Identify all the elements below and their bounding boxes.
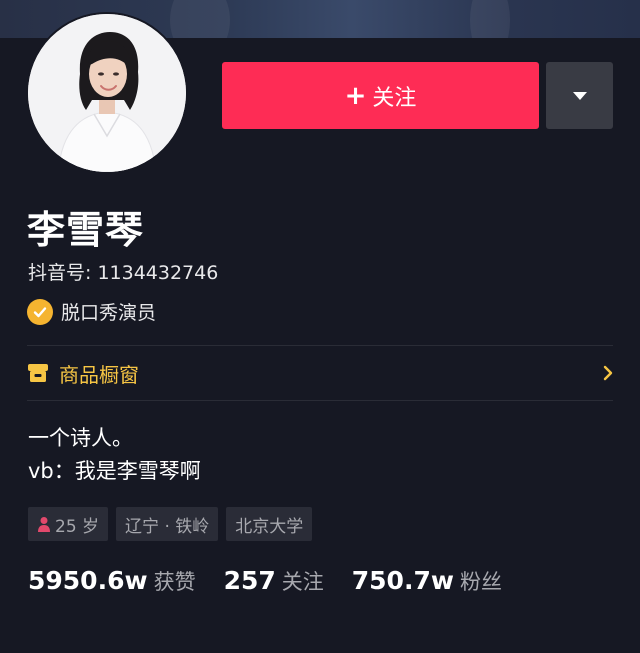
- following-count: 257: [223, 566, 276, 595]
- verification-label: 脱口秀演员: [61, 302, 157, 324]
- checkmark-badge-icon: [27, 298, 53, 325]
- age-label: 25 岁: [55, 516, 100, 537]
- profile-stats: 5950.6w 获赞 257 关注 750.7w 粉丝: [28, 566, 502, 596]
- profile-tags: 25 岁 辽宁 · 铁岭 北京大学: [28, 507, 313, 541]
- avatar-photo: [28, 14, 186, 172]
- female-person-icon: [38, 517, 50, 532]
- following-label: 关注: [281, 570, 324, 594]
- shop-window-row[interactable]: 商品橱窗: [27, 346, 615, 400]
- school-tag: 北京大学: [226, 507, 313, 541]
- bio-line: 一个诗人。: [28, 426, 133, 450]
- avatar[interactable]: [26, 12, 188, 174]
- bio-line: vb：我是李雪琴啊: [28, 459, 201, 483]
- likes-label: 获赞: [153, 570, 196, 594]
- douyin-id: 抖音号: 1134432746: [28, 262, 219, 284]
- banner-decoration: [470, 0, 510, 38]
- followers-label: 粉丝: [459, 570, 502, 594]
- more-options-button[interactable]: [546, 62, 613, 129]
- age-tag: 25 岁: [28, 507, 109, 541]
- likes-stat: 5950.6w 获赞: [28, 566, 196, 596]
- follow-button[interactable]: + 关注: [222, 62, 539, 129]
- storefront-icon: [28, 364, 48, 382]
- plus-icon: +: [344, 80, 367, 111]
- avatar-portrait: [28, 14, 186, 172]
- bio: 一个诗人。 vb：我是李雪琴啊: [28, 422, 201, 488]
- followers-count: 750.7w: [351, 566, 454, 595]
- profile-name: 李雪琴: [27, 208, 145, 252]
- verification-row: 脱口秀演员: [27, 298, 156, 325]
- likes-count: 5950.6w: [28, 566, 148, 595]
- triangle-down-icon: [572, 91, 587, 100]
- location-tag: 辽宁 · 铁岭: [116, 507, 219, 541]
- chevron-right-icon: [603, 365, 613, 381]
- follow-button-label: 关注: [372, 85, 417, 111]
- shop-window-label: 商品橱窗: [59, 362, 139, 387]
- following-stat[interactable]: 257 关注: [224, 566, 324, 596]
- divider: [27, 400, 613, 401]
- followers-stat[interactable]: 750.7w 粉丝: [352, 566, 502, 596]
- banner-decoration: [170, 0, 230, 38]
